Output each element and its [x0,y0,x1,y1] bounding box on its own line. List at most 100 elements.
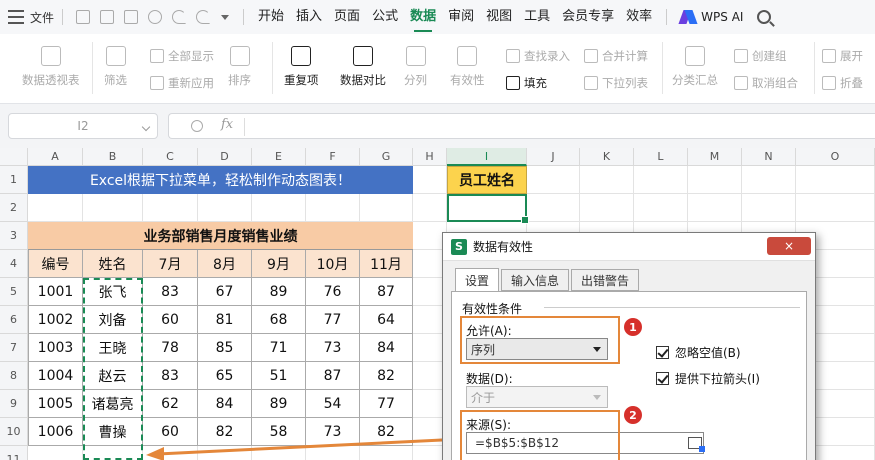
column-header-c[interactable]: C [143,148,198,166]
table-header-cell[interactable]: 11月 [360,250,413,278]
zoom-icon[interactable] [191,120,203,132]
tab-input-message[interactable]: 输入信息 [501,269,569,291]
column-header-f[interactable]: F [306,148,360,166]
row-header-5[interactable]: 5 [0,278,28,306]
row-header-9[interactable]: 9 [0,390,28,418]
table-cell[interactable]: 87 [306,362,360,390]
table-cell[interactable]: 82 [198,418,252,446]
dropdown-list-button[interactable]: 下拉列表 [584,75,648,91]
save-icon[interactable] [76,10,91,24]
table-cell[interactable]: 1001 [28,278,83,306]
table-header-cell[interactable]: 编号 [28,250,83,278]
row-header-6[interactable]: 6 [0,306,28,334]
column-header-e[interactable]: E [252,148,306,166]
allow-select[interactable]: 序列 [466,338,608,360]
table-cell[interactable]: 84 [198,390,252,418]
table-cell[interactable]: 85 [198,334,252,362]
pivot-table-button[interactable]: 数据透视表 [22,46,80,88]
table-cell[interactable]: 51 [252,362,306,390]
ignore-blank-checkbox[interactable]: 忽略空值(B) [656,344,741,361]
table-cell[interactable]: 60 [143,418,198,446]
table-cell[interactable]: 81 [198,306,252,334]
fx-icon[interactable]: fx [221,117,233,132]
table-cell[interactable]: 89 [252,390,306,418]
redo-icon[interactable] [196,10,211,24]
print-icon[interactable] [124,10,139,24]
table-cell[interactable]: 1003 [28,334,83,362]
table-header-cell[interactable]: 9月 [252,250,306,278]
data-select[interactable]: 介于 [466,386,608,408]
duplicates-button[interactable]: 重复项 [284,46,319,88]
table-cell[interactable]: 曹操 [83,418,143,446]
table-cell[interactable]: 84 [360,334,413,362]
find-entry-button[interactable]: 查找录入 [506,48,570,64]
row-header-3[interactable]: 3 [0,222,28,250]
table-cell[interactable]: 60 [143,306,198,334]
table-cell[interactable]: 1002 [28,306,83,334]
column-header-j[interactable]: J [527,148,580,166]
column-header-k[interactable]: K [580,148,634,166]
table-cell[interactable]: 诸葛亮 [83,390,143,418]
tab-review[interactable]: 审阅 [448,0,474,34]
sales-table-title[interactable]: 业务部销售月度销售业绩 [28,222,413,250]
search-icon[interactable] [757,10,772,24]
dialog-title-bar[interactable]: S 数据有效性 × [443,233,815,261]
table-header-cell[interactable]: 姓名 [83,250,143,278]
table-cell[interactable]: 67 [198,278,252,306]
employee-name-header[interactable]: 员工姓名 [447,166,527,194]
tab-settings[interactable]: 设置 [455,268,499,292]
show-all-button[interactable]: 全部显示 [150,48,214,64]
collapse-button[interactable]: 折叠 [822,75,863,91]
row-header-7[interactable]: 7 [0,334,28,362]
table-cell[interactable]: 王晓 [83,334,143,362]
tab-member[interactable]: 会员专享 [562,0,614,34]
tab-formula[interactable]: 公式 [372,0,398,34]
table-cell[interactable]: 83 [143,278,198,306]
subtotal-button[interactable]: 分类汇总 [672,46,718,88]
dropdown-arrow-checkbox[interactable]: 提供下拉箭头(I) [656,370,760,387]
employee-name-cell[interactable] [447,194,529,224]
column-header-g[interactable]: G [360,148,413,166]
tab-data[interactable]: 数据 [410,0,436,34]
table-cell[interactable]: 张飞 [83,278,143,306]
create-group-button[interactable]: 创建组 [734,48,787,64]
tab-page[interactable]: 页面 [334,0,360,34]
table-cell[interactable]: 78 [143,334,198,362]
column-header-m[interactable]: M [688,148,742,166]
table-header-cell[interactable]: 7月 [143,250,198,278]
table-cell[interactable]: 73 [306,418,360,446]
tab-tools[interactable]: 工具 [524,0,550,34]
row-header-11[interactable]: 11 [0,446,28,460]
wps-ai-logo-icon[interactable] [681,10,695,24]
chevron-down-icon[interactable] [141,122,151,132]
table-cell[interactable]: 赵云 [83,362,143,390]
file-menu[interactable]: 文件 [30,9,54,26]
chevron-down-icon[interactable] [221,14,230,20]
row-header-10[interactable]: 10 [0,418,28,446]
table-cell[interactable]: 83 [143,362,198,390]
column-header-d[interactable]: D [198,148,252,166]
table-cell[interactable]: 64 [360,306,413,334]
range-select-icon[interactable] [688,437,705,452]
export-pdf-icon[interactable] [100,10,115,24]
table-cell[interactable]: 71 [252,334,306,362]
table-cell[interactable]: 54 [306,390,360,418]
table-cell[interactable]: 76 [306,278,360,306]
row-header-1[interactable]: 1 [0,166,28,194]
table-cell[interactable]: 82 [360,362,413,390]
table-cell[interactable]: 89 [252,278,306,306]
fill-button[interactable]: 填充 [506,75,547,91]
formula-input[interactable]: fx [168,113,875,139]
tab-error-alert[interactable]: 出错警告 [571,269,639,291]
table-cell[interactable]: 65 [198,362,252,390]
table-cell[interactable]: 62 [143,390,198,418]
table-cell[interactable]: 73 [306,334,360,362]
tab-insert[interactable]: 插入 [296,0,322,34]
validity-button[interactable]: 有效性 [450,46,485,88]
tab-home[interactable]: 开始 [258,0,284,34]
tab-view[interactable]: 视图 [486,0,512,34]
table-header-cell[interactable]: 10月 [306,250,360,278]
column-header-l[interactable]: L [634,148,688,166]
name-box[interactable]: I2 [8,113,158,139]
row-header-2[interactable]: 2 [0,194,28,222]
